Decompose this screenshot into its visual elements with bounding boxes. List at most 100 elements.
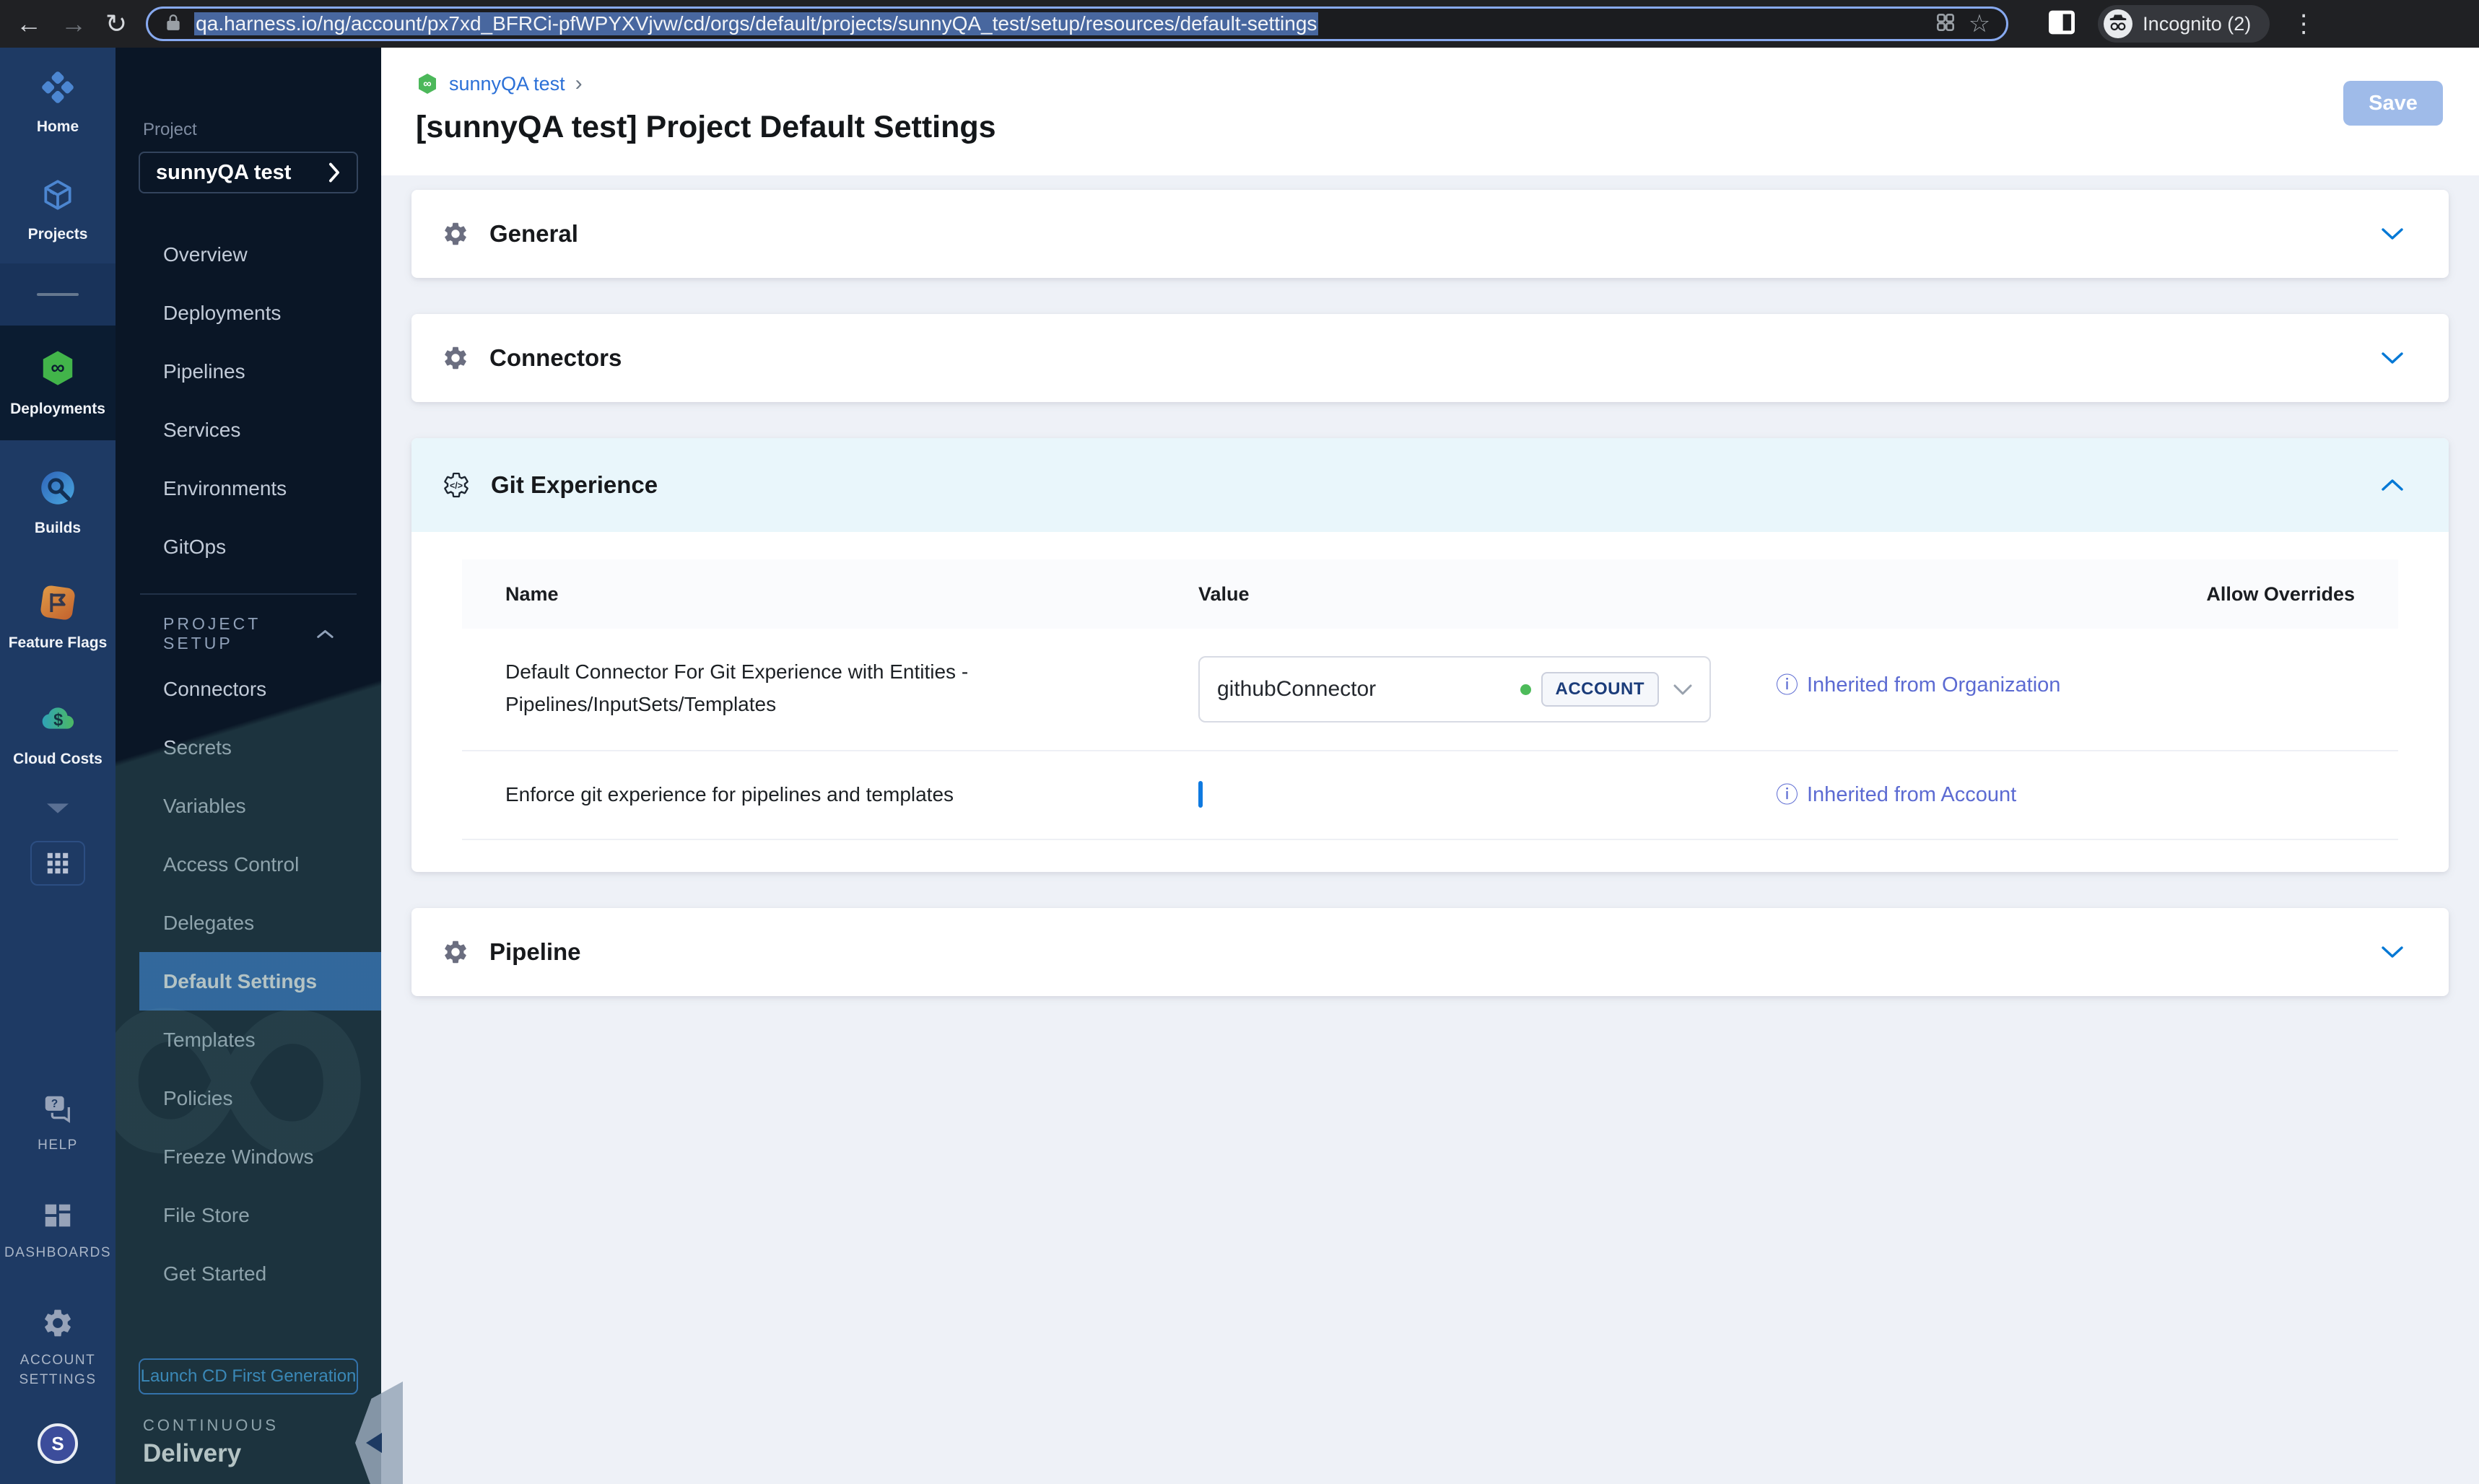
sidebar-setup-item[interactable]: Templates (139, 1011, 381, 1069)
rail-more-chevron-icon[interactable] (43, 801, 72, 819)
enforce-git-experience-checkbox[interactable] (1198, 781, 1203, 808)
gear-code-icon: </> (444, 472, 469, 498)
section-title: Connectors (489, 344, 622, 371)
connector-select[interactable]: githubConnector ACCOUNT (1198, 656, 1711, 723)
sidebar-nav-item[interactable]: Pipelines (139, 342, 381, 401)
cloud-costs-icon: $ (38, 699, 77, 741)
setting-name: Default Connector For Git Experience wit… (505, 660, 969, 715)
lock-icon (164, 13, 183, 35)
sidebar-setup-item[interactable]: Default Settings (139, 952, 381, 1011)
back-icon[interactable]: ← (16, 11, 42, 37)
bookmark-star-icon[interactable]: ☆ (1969, 9, 1990, 38)
section-pipeline: Pipeline (411, 907, 2449, 996)
save-button[interactable]: Save (2343, 81, 2443, 126)
pipeline-accordion-header[interactable]: Pipeline (411, 908, 2449, 996)
rail-item-cloud-costs[interactable]: $ Cloud Costs (13, 699, 103, 769)
collapse-left-icon (366, 1433, 382, 1453)
git-experience-accordion-header[interactable]: </> Git Experience (411, 438, 2449, 532)
breadcrumb: ∞ sunnyQA test › (416, 72, 2444, 95)
col-header-allow-overrides: Allow Overrides (2206, 582, 2355, 605)
connectors-accordion-header[interactable]: Connectors (411, 314, 2449, 402)
chevron-down-icon (2382, 946, 2403, 958)
project-selector[interactable]: sunnyQA test (139, 152, 358, 193)
browser-toolbar: ← → ↻ qa.harness.io/ng/account/px7xd_BFR… (0, 0, 2479, 48)
module-name: Delivery (143, 1439, 242, 1467)
section-general: General (411, 190, 2449, 278)
settings-content: General Connectors </> Git Experience Na… (381, 175, 2479, 1484)
address-bar[interactable]: qa.harness.io/ng/account/px7xd_BFRCi-pfW… (146, 6, 2009, 41)
project-setup-list: Connectors Secrets Variables Access Control… (116, 660, 381, 1303)
chevron-up-icon (317, 629, 334, 638)
home-icon (40, 69, 76, 109)
inherited-from-organization-link[interactable]: ⓘ Inherited from Organization (1776, 656, 2355, 697)
sidebar-setup-item[interactable]: Freeze Windows (139, 1127, 381, 1186)
gear-icon (445, 940, 466, 963)
sidebar-setup-item[interactable]: Policies (139, 1069, 381, 1127)
setting-name: Enforce git experience for pipelines and… (505, 783, 954, 806)
sidebar-nav-item[interactable]: Environments (139, 459, 381, 518)
section-title: Git Experience (491, 471, 658, 498)
chevron-down-icon (1673, 684, 1692, 694)
sidebar-setup-item[interactable]: Secrets (139, 718, 381, 777)
account-settings-gear-icon (41, 1306, 74, 1343)
sidebar-setup-item[interactable]: Get Started (139, 1244, 381, 1303)
side-panel-icon[interactable] (2047, 9, 2076, 39)
user-avatar[interactable]: S (38, 1423, 78, 1464)
gear-icon (445, 346, 466, 370)
url-text[interactable]: qa.harness.io/ng/account/px7xd_BFRCi-pfW… (194, 12, 1922, 35)
chevron-up-icon (2382, 479, 2403, 491)
svg-text:∞: ∞ (423, 78, 431, 90)
rail-item-help[interactable]: ? HELP (38, 1091, 78, 1154)
page-header: ∞ sunnyQA test › [sunnyQA test] Project … (381, 48, 2479, 175)
sidebar-nav-item[interactable]: Services (139, 401, 381, 459)
sidebar-setup-item[interactable]: Connectors (139, 660, 381, 718)
sidebar-setup-item[interactable]: File Store (139, 1186, 381, 1244)
sidebar-divider (140, 593, 357, 595)
rail-divider (0, 263, 116, 326)
gear-icon (445, 222, 466, 245)
rail-item-feature-flags[interactable]: Feature Flags (9, 584, 107, 652)
module-picker-button[interactable] (30, 840, 85, 886)
connector-select-value: githubConnector (1217, 677, 1377, 701)
sidebar-nav-item[interactable]: GitOps (139, 518, 381, 576)
projects-cube-icon (40, 177, 76, 217)
rail-item-home[interactable]: Home (37, 69, 79, 136)
module-rail: Home Projects ∞ Deployments Builds Featu… (0, 48, 116, 1484)
forward-icon[interactable]: → (61, 11, 87, 37)
rail-item-projects[interactable]: Projects (28, 177, 87, 244)
section-title: General (489, 220, 578, 247)
project-selector-value: sunnyQA test (156, 160, 292, 184)
git-experience-table: Name Value Allow Overrides Default Conne… (411, 532, 2449, 872)
rail-item-account-settings[interactable]: ACCOUNT SETTINGS (19, 1306, 96, 1389)
project-nav-list: Overview Deployments Pipelines Services Envi… (116, 225, 381, 576)
breadcrumb-chevron-icon: › (575, 71, 583, 95)
launch-cd-first-gen-button[interactable]: Launch CD First Generation (139, 1358, 358, 1394)
sidebar-nav-item[interactable]: Overview (139, 225, 381, 284)
module-kicker: CONTINUOUS (143, 1416, 279, 1434)
tab-groups-icon[interactable] (1934, 11, 1957, 38)
browser-menu-icon[interactable]: ⋮ (2291, 9, 2316, 38)
rail-item-dashboards[interactable]: DASHBOARDS (4, 1199, 111, 1262)
reload-icon[interactable]: ↻ (105, 11, 127, 37)
cd-module-icon: ∞ (419, 74, 436, 94)
builds-ci-icon (39, 469, 77, 510)
project-sidebar: ∞ Project sunnyQA test Overview Deploymen… (116, 48, 403, 1484)
project-setup-header[interactable]: PROJECT SETUP (116, 608, 381, 660)
sidebar-setup-item[interactable]: Variables (139, 777, 381, 835)
deployments-cd-icon: ∞ (38, 349, 77, 391)
sidebar-nav-item[interactable]: Deployments (139, 284, 381, 342)
status-dot-icon (1520, 684, 1531, 695)
inherited-from-account-link[interactable]: ⓘ Inherited from Account (1776, 783, 2355, 807)
rail-item-deployments[interactable]: ∞ Deployments (10, 349, 105, 419)
breadcrumb-project-link[interactable]: sunnyQA test (449, 73, 565, 95)
svg-text:∞: ∞ (51, 357, 64, 378)
general-accordion-header[interactable]: General (411, 190, 2449, 278)
incognito-badge[interactable]: Incognito (2) (2098, 5, 2270, 43)
svg-text:$: $ (53, 711, 63, 730)
col-header-value: Value (1198, 582, 1250, 605)
col-header-name: Name (505, 582, 559, 605)
feature-flags-icon (39, 584, 77, 625)
sidebar-setup-item[interactable]: Access Control (139, 835, 381, 894)
sidebar-setup-item[interactable]: Delegates (139, 894, 381, 952)
rail-item-builds[interactable]: Builds (35, 469, 81, 538)
